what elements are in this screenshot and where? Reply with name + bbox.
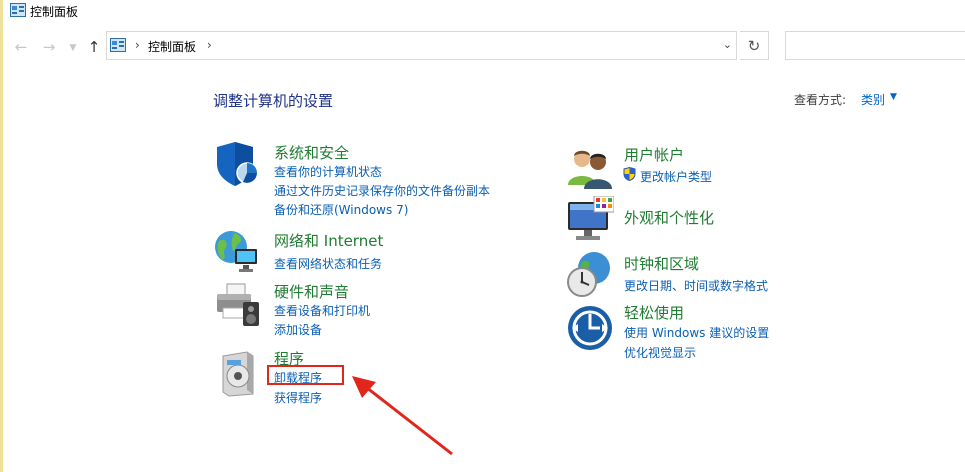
control-panel-icon — [110, 38, 126, 52]
recent-locations-button[interactable]: ▼ — [68, 38, 78, 58]
link-network-status[interactable]: 查看网络状态和任务 — [274, 255, 382, 272]
highlight-box — [267, 365, 344, 385]
title-bar: 控制面板 — [0, 0, 965, 22]
category-hardware-sound[interactable]: 硬件和声音 — [274, 281, 349, 302]
link-change-date-time-format[interactable]: 更改日期、时间或数字格式 — [624, 277, 768, 294]
view-by-select[interactable]: 类别 — [861, 91, 885, 108]
window-title: 控制面板 — [30, 5, 79, 19]
view-by-dropdown-icon[interactable]: ▼ — [890, 92, 897, 102]
link-view-computer-status[interactable]: 查看你的计算机状态 — [274, 163, 382, 180]
category-appearance[interactable]: 外观和个性化 — [624, 207, 714, 228]
annotation-arrow-icon — [352, 376, 453, 456]
link-change-account-type[interactable]: 更改帐户类型 — [640, 168, 712, 185]
arrow-up-icon: ↑ — [87, 38, 101, 56]
breadcrumb-separator-icon[interactable]: › — [207, 38, 212, 52]
link-windows-recommended-settings[interactable]: 使用 Windows 建议的设置 — [624, 324, 769, 341]
ease-of-access-icon[interactable] — [566, 304, 614, 352]
up-button[interactable]: ↑ — [84, 37, 104, 57]
link-devices-printers[interactable]: 查看设备和打印机 — [274, 302, 370, 319]
address-bar[interactable]: › 控制面板 › ⌄ — [106, 31, 737, 60]
page-title: 调整计算机的设置 — [213, 92, 334, 110]
appearance-monitor-icon[interactable] — [566, 196, 614, 244]
link-backup-restore[interactable]: 备份和还原(Windows 7) — [274, 201, 408, 218]
view-by-label: 查看方式: — [794, 93, 847, 107]
programs-icon[interactable] — [217, 350, 265, 398]
link-file-history-backup[interactable]: 通过文件历史记录保存你的文件备份副本 — [274, 182, 490, 199]
control-panel-icon — [10, 3, 26, 17]
link-optimize-visual-display[interactable]: 优化视觉显示 — [624, 344, 696, 361]
printer-icon[interactable] — [213, 282, 261, 330]
window-edge — [0, 0, 3, 472]
refresh-icon: ↻ — [747, 36, 761, 55]
category-ease-of-access[interactable]: 轻松使用 — [624, 302, 684, 323]
category-network-internet[interactable]: 网络和 Internet — [274, 230, 383, 251]
shield-icon[interactable] — [213, 140, 261, 188]
category-user-accounts[interactable]: 用户帐户 — [624, 144, 684, 165]
category-clock-region[interactable]: 时钟和区域 — [624, 253, 699, 274]
uac-shield-icon — [623, 167, 636, 181]
link-get-programs[interactable]: 获得程序 — [274, 389, 322, 406]
breadcrumb-control-panel[interactable]: 控制面板 — [148, 38, 196, 55]
link-add-device[interactable]: 添加设备 — [274, 321, 322, 338]
network-globe-icon[interactable] — [213, 227, 261, 275]
address-dropdown-icon[interactable]: ⌄ — [723, 38, 732, 51]
refresh-button[interactable]: ↻ — [740, 31, 769, 60]
arrow-right-icon: → — [42, 38, 56, 56]
search-input[interactable] — [785, 31, 965, 60]
clock-region-icon[interactable] — [566, 250, 614, 298]
category-system-security[interactable]: 系统和安全 — [274, 142, 349, 163]
forward-button[interactable]: → — [39, 37, 59, 57]
arrow-left-icon: ← — [14, 38, 28, 56]
chevron-down-icon: ▼ — [69, 43, 77, 53]
breadcrumb-separator-icon[interactable]: › — [135, 38, 140, 52]
user-accounts-icon[interactable] — [566, 143, 614, 191]
back-button[interactable]: ← — [11, 37, 31, 57]
